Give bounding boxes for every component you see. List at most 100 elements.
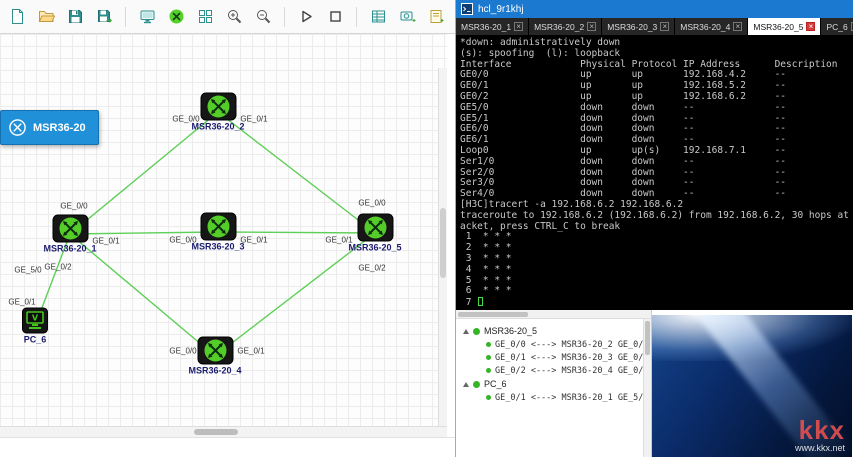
terminal-icon (461, 3, 473, 15)
tab-close-icon[interactable]: × (587, 22, 596, 31)
device-node-PC_6[interactable]: V PC_6 (22, 308, 48, 345)
screenshot-icon[interactable] (396, 6, 418, 28)
terminal-line: 5 * * * (460, 276, 853, 287)
topology-summary-tree: MSR36-20_5GE_0/0 <---> MSR36-20_2 GE_0/1… (456, 319, 651, 449)
tree-link-item[interactable]: GE_0/0 <---> MSR36-20_2 GE_0/1 (486, 338, 641, 351)
port-label: GE_5/0 (14, 266, 41, 275)
tab-label: MSR36-20_2 (534, 22, 584, 32)
terminal-tab-MSR36-20_5[interactable]: MSR36-20_5× (748, 18, 821, 35)
port-label: GE_0/0 (169, 347, 196, 356)
port-label: GE_0/0 (169, 236, 196, 245)
add-note-icon[interactable] (425, 6, 447, 28)
device-label: PC_6 (24, 335, 47, 345)
tree-link-label: GE_0/0 <---> MSR36-20_2 GE_0/1 (495, 340, 649, 350)
export-topology-icon[interactable] (93, 6, 115, 28)
tooltip-label: MSR36-20 (33, 122, 86, 134)
terminal-tab-MSR36-20_3[interactable]: MSR36-20_3× (602, 18, 675, 35)
terminal-tab-MSR36-20_2[interactable]: MSR36-20_2× (529, 18, 602, 35)
hcl-application-window: MSR36-20 MSR36-20_2 MSR36-20_1 MSR36-20_3 M… (0, 0, 853, 457)
scrollbar-thumb[interactable] (194, 429, 238, 435)
tree-link-item[interactable]: GE_0/1 <---> MSR36-20_1 GE_5/0 (486, 391, 641, 404)
toolbar-separator (125, 7, 126, 27)
device-status-dot (473, 381, 480, 388)
tree-link-label: GE_0/1 <---> MSR36-20_1 GE_5/0 (495, 393, 649, 403)
terminal-line: 4 * * * (460, 265, 853, 276)
tab-label: MSR36-20_4 (680, 22, 730, 32)
terminal-screen[interactable]: *down: administratively down(s): spoofin… (456, 35, 853, 310)
scrollbar-thumb[interactable] (645, 321, 650, 355)
device-node-MSR36-20_4[interactable]: MSR36-20_4 (188, 337, 241, 376)
bottom-right-area: MSR36-20_5GE_0/0 <---> MSR36-20_2 GE_0/1… (456, 310, 853, 457)
tab-close-icon[interactable]: × (514, 22, 523, 31)
canvas-horizontal-scrollbar[interactable] (0, 426, 447, 437)
expand-triangle-icon[interactable] (463, 329, 469, 334)
tree-node-label: PC_6 (484, 379, 507, 389)
terminal-line: Ser1/0 down down -- -- (460, 157, 853, 168)
tree-node-MSR36-20_5[interactable]: MSR36-20_5 (463, 324, 641, 338)
scrollbar-thumb[interactable] (458, 312, 528, 317)
port-label: GE_0/0 (60, 202, 87, 211)
stop-all-icon[interactable] (324, 6, 346, 28)
open-topology-icon[interactable] (35, 6, 57, 28)
grid-layout-icon[interactable] (194, 6, 216, 28)
tab-close-icon[interactable]: × (660, 22, 669, 31)
tab-close-icon[interactable]: × (806, 22, 815, 31)
tree-link-item[interactable]: GE_0/1 <---> MSR36-20_3 GE_0/1 (486, 351, 641, 364)
router-icon (357, 214, 393, 242)
terminal-line: acket, press CTRL_C to break (460, 222, 853, 233)
svg-text:V: V (32, 314, 39, 323)
terminal-line: traceroute to 192.168.6.2 (192.168.6.2) … (460, 211, 853, 222)
port-label: GE_0/0 (172, 115, 199, 124)
terminal-line: 7 (460, 297, 853, 309)
terminal-line: 3 * * * (460, 254, 853, 265)
link-status-dot (486, 368, 491, 373)
port-label: GE_0/1 (240, 236, 267, 245)
tree-link-label: GE_0/2 <---> MSR36-20_4 GE_0/1 (495, 366, 649, 376)
new-topology-icon[interactable] (6, 6, 28, 28)
promo-photo: kkx www.kkx.net (652, 315, 852, 457)
terminal-tab-MSR36-20_1[interactable]: MSR36-20_1× (456, 18, 529, 35)
tree-vertical-scrollbar[interactable] (643, 319, 651, 457)
main-toolbar (0, 0, 455, 34)
device-panel-icon[interactable] (136, 6, 158, 28)
link-status-dot (486, 342, 491, 347)
tab-label: MSR36-20_5 (753, 22, 803, 32)
terminal-line: 6 * * * (460, 286, 853, 297)
router-icon (197, 337, 233, 365)
console-title: hcl_9r1khj (478, 4, 524, 15)
zoom-in-icon[interactable] (223, 6, 245, 28)
tree-link-item[interactable]: GE_0/2 <---> MSR36-20_4 GE_0/1 (486, 364, 641, 377)
tab-label: PC_6 (826, 22, 847, 32)
expand-triangle-icon[interactable] (463, 382, 469, 387)
terminal-tabs: MSR36-20_1×MSR36-20_2×MSR36-20_3×MSR36-2… (456, 18, 853, 35)
link-status-dot (486, 355, 491, 360)
device-node-MSR36-20_3[interactable]: MSR36-20_3 (191, 213, 244, 252)
scrollbar-thumb[interactable] (440, 208, 446, 278)
device-node-MSR36-20_2[interactable]: MSR36-20_2 (191, 93, 244, 132)
device-node-MSR36-20_5[interactable]: MSR36-20_5 (348, 214, 401, 253)
pc-icon: V (22, 308, 48, 334)
watermark-logo: kkx (795, 417, 845, 443)
console-titlebar[interactable]: hcl_9r1khj (456, 0, 853, 18)
port-label: GE_0/1 (92, 237, 119, 246)
router-mode-icon[interactable] (165, 6, 187, 28)
terminal-tab-PC_6[interactable]: PC_6× (821, 18, 853, 35)
device-label: MSR36-20_5 (348, 243, 401, 253)
tree-node-PC_6[interactable]: PC_6 (463, 377, 641, 391)
canvas-vertical-scrollbar[interactable] (438, 68, 447, 426)
save-topology-icon[interactable] (64, 6, 86, 28)
port-label: GE_0/1 (8, 298, 35, 307)
tree-horizontal-scrollbar[interactable] (456, 310, 651, 319)
zoom-out-icon[interactable] (252, 6, 274, 28)
console-window: hcl_9r1khj MSR36-20_1×MSR36-20_2×MSR36-2… (456, 0, 853, 310)
start-all-icon[interactable] (295, 6, 317, 28)
link-status-dot (486, 395, 491, 400)
terminal-tab-MSR36-20_4[interactable]: MSR36-20_4× (675, 18, 748, 35)
terminal-line: 1 * * * (460, 232, 853, 243)
tab-close-icon[interactable]: × (733, 22, 742, 31)
interface-list-icon[interactable] (367, 6, 389, 28)
device-node-MSR36-20_1[interactable]: MSR36-20_1 (43, 215, 96, 254)
router-icon (8, 118, 27, 137)
topology-canvas[interactable]: MSR36-20 MSR36-20_2 MSR36-20_1 MSR36-20_3 M… (0, 34, 447, 426)
toolbar-separator (284, 7, 285, 27)
